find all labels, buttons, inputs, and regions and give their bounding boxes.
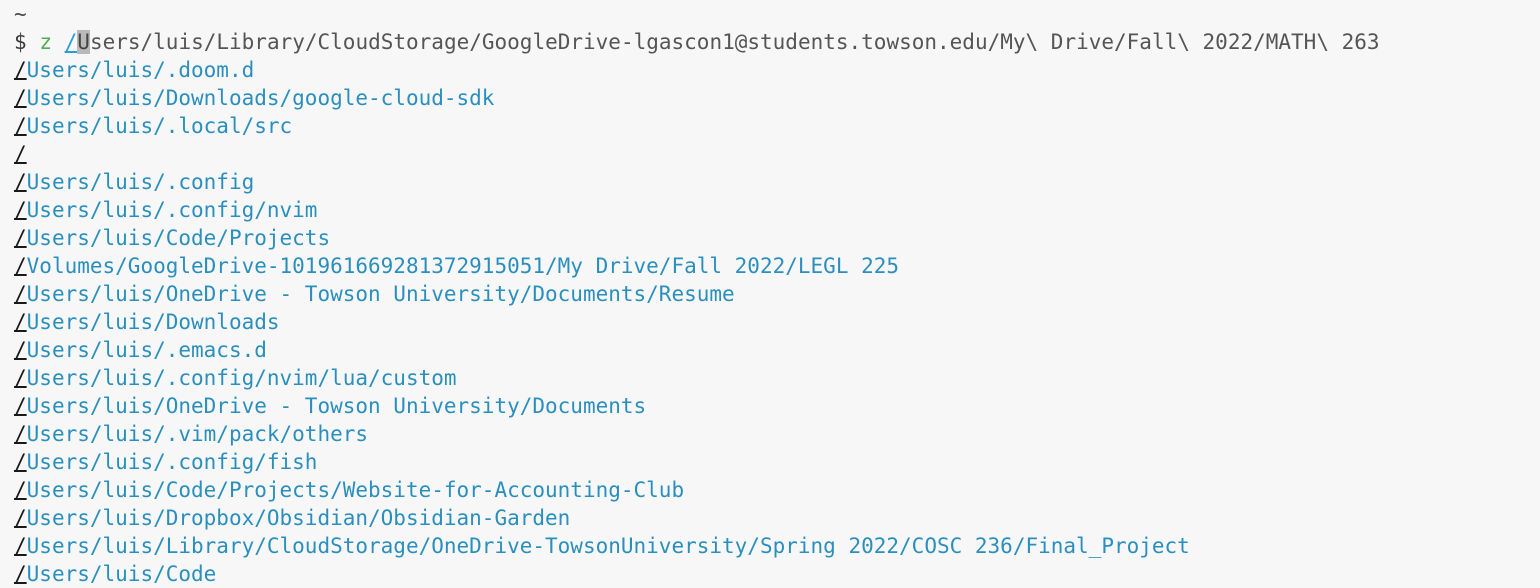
completion-root-slash: / [14,86,27,110]
completion-item[interactable]: /Users/luis/.config/nvim/lua/custom [14,364,1540,392]
completion-root-slash: / [14,422,27,446]
completion-item[interactable]: /Users/luis/OneDrive - Towson University… [14,280,1540,308]
completion-list: /Users/luis/.doom.d /Users/luis/Download… [14,56,1540,588]
completion-path: Users/luis/OneDrive - Towson University/… [26,394,647,418]
command-argument: sers/luis/Library/CloudStorage/GoogleDri… [89,30,1380,54]
completion-root-slash: / [14,478,27,502]
completion-root-slash: / [14,366,27,390]
completion-path: Users/luis/Code [26,562,217,586]
completion-path: Users/luis/.vim/pack/others [26,422,369,446]
completion-path: Users/luis/Library/CloudStorage/OneDrive… [26,534,1190,558]
completion-item[interactable]: /Users/luis/.emacs.d [14,336,1540,364]
completion-root-slash: / [14,534,27,558]
completion-item[interactable]: / [14,140,1540,168]
completion-item[interactable]: /Users/luis/Downloads/google-cloud-sdk [14,84,1540,112]
completion-path: Users/luis/.config/nvim/lua/custom [26,366,457,390]
completion-item[interactable]: /Users/luis/.config/fish [14,448,1540,476]
completion-path: Users/luis/Dropbox/Obsidian/Obsidian-Gar… [26,506,571,530]
text-cursor[interactable]: U [77,30,90,54]
completion-root-slash: / [14,226,27,250]
completion-item[interactable]: /Users/luis/.doom.d [14,56,1540,84]
completion-root-slash: / [14,310,27,334]
completion-path: Users/luis/.emacs.d [26,338,267,362]
completion-path: Users/luis/.config/nvim [26,198,318,222]
completion-root-slash: / [14,506,27,530]
argument-first-char: / [64,30,78,54]
completion-item[interactable]: /Users/luis/Dropbox/Obsidian/Obsidian-Ga… [14,504,1540,532]
completion-item[interactable]: /Users/luis/Downloads [14,308,1540,336]
completion-path: Users/luis/Code/Projects [26,226,331,250]
terminal-window[interactable]: ~ $ z /Users/luis/Library/CloudStorage/G… [0,0,1540,588]
completion-path: Users/luis/.doom.d [26,58,255,82]
completion-item[interactable]: /Users/luis/Code [14,560,1540,588]
completion-item[interactable]: /Users/luis/Code/Projects [14,224,1540,252]
completion-root-slash: / [14,282,27,306]
command-name: z [39,30,52,54]
completion-root-slash: / [14,450,27,474]
completion-root-slash: / [14,562,27,586]
completion-root-slash: / [14,394,27,418]
completion-root-slash: / [14,114,27,138]
current-directory: ~ [14,2,27,26]
completion-root-slash: / [14,142,27,166]
completion-root-slash: / [14,58,27,82]
completion-root-slash: / [14,254,27,278]
completion-item[interactable]: /Users/luis/.config/nvim [14,196,1540,224]
completion-root-slash: / [14,170,27,194]
completion-path: Volumes/GoogleDrive-10196166928137291505… [26,254,900,278]
completion-item[interactable]: /Users/luis/.vim/pack/others [14,420,1540,448]
prompt-line[interactable]: $ z /Users/luis/Library/CloudStorage/Goo… [14,28,1540,56]
prompt-symbol: $ [14,30,27,54]
completion-item[interactable]: /Users/luis/.config [14,168,1540,196]
completion-path: Users/luis/.local/src [26,114,293,138]
completion-path: Users/luis/Code/Projects/Website-for-Acc… [26,478,685,502]
completion-path: Users/luis/OneDrive - Towson University/… [26,282,735,306]
completion-path: Users/luis/Downloads [26,310,280,334]
completion-root-slash: / [14,198,27,222]
completion-path: Users/luis/.config [26,170,255,194]
completion-path: Users/luis/Downloads/google-cloud-sdk [26,86,495,110]
completion-item[interactable]: /Users/luis/Code/Projects/Website-for-Ac… [14,476,1540,504]
completion-root-slash: / [14,338,27,362]
completion-item[interactable]: /Users/luis/OneDrive - Towson University… [14,392,1540,420]
completion-item[interactable]: /Users/luis/.local/src [14,112,1540,140]
completion-item[interactable]: /Users/luis/Library/CloudStorage/OneDriv… [14,532,1540,560]
completion-item[interactable]: /Volumes/GoogleDrive-1019616692813729150… [14,252,1540,280]
completion-path: Users/luis/.config/fish [26,450,318,474]
